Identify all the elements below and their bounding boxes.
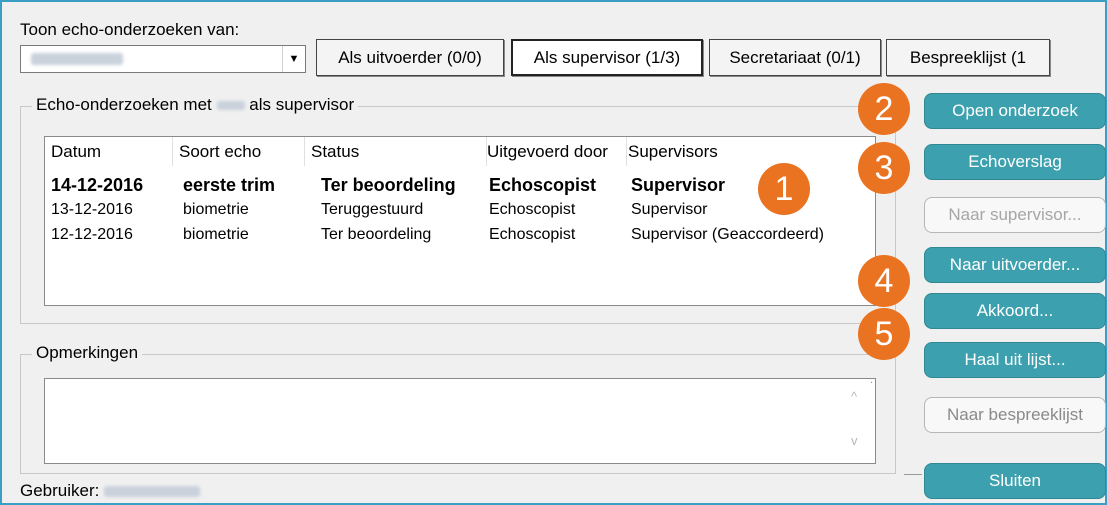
tab-discussion-list[interactable]: Bespreeklijst (1 bbox=[886, 39, 1050, 76]
to-executor-button[interactable]: Naar uitvoerder... bbox=[924, 247, 1106, 283]
user-select[interactable]: ▼ bbox=[20, 45, 306, 73]
table-row[interactable]: 14-12-2016 eerste trim Ter beoordeling E… bbox=[45, 175, 875, 197]
user-label-text: Gebruiker: bbox=[20, 481, 100, 500]
cell-executed-by: Echoscopist bbox=[489, 175, 597, 195]
open-exam-button[interactable]: Open onderzoek bbox=[924, 93, 1106, 129]
table-row[interactable]: 12-12-2016 biometrie Ter beoordeling Ech… bbox=[45, 226, 875, 246]
scroll-down-icon[interactable]: v bbox=[851, 433, 858, 448]
redacted-supervisor-name bbox=[216, 101, 245, 111]
cell-status: Teruggestuurd bbox=[321, 201, 424, 218]
tab-as-executor[interactable]: Als uitvoerder (0/0) bbox=[316, 39, 504, 76]
table-row[interactable]: 13-12-2016 biometrie Teruggestuurd Echos… bbox=[45, 201, 875, 221]
remarks-group-title: Opmerkingen bbox=[32, 343, 143, 363]
cell-status: Ter beoordeling bbox=[321, 175, 456, 195]
cell-supervisor: Supervisor bbox=[631, 175, 726, 195]
column-header-executed-by[interactable]: Uitgevoerd door bbox=[487, 137, 627, 166]
user-label: Gebruiker: bbox=[20, 481, 201, 501]
approve-button[interactable]: Akkoord... bbox=[924, 293, 1106, 329]
column-header-supervisors[interactable]: Supervisors bbox=[627, 137, 875, 166]
cell-executed-by: Echoscopist bbox=[489, 226, 576, 243]
cell-supervisor: Supervisor bbox=[631, 201, 708, 218]
remarks-scrollbar[interactable]: ^ v bbox=[839, 379, 875, 463]
cell-executed-by: Echoscopist bbox=[489, 201, 576, 218]
tab-secretariat[interactable]: Secretariaat (0/1) bbox=[709, 39, 881, 76]
redacted-current-user bbox=[104, 486, 201, 498]
to-supervisor-button[interactable]: Naar supervisor... bbox=[924, 197, 1106, 233]
chevron-down-icon[interactable]: ▼ bbox=[282, 46, 305, 72]
badge-5: 5 bbox=[858, 308, 910, 360]
exams-group-title: Echo-onderzoeken met als supervisor bbox=[32, 95, 359, 115]
column-header-date[interactable]: Datum bbox=[45, 137, 173, 166]
column-header-status[interactable]: Status bbox=[305, 137, 487, 166]
window-frame: Toon echo-onderzoeken van: ▼ Als uitvoer… bbox=[0, 0, 1107, 505]
cell-type: biometrie bbox=[183, 226, 249, 243]
echo-report-button[interactable]: Echoverslag bbox=[924, 144, 1106, 180]
filter-label: Toon echo-onderzoeken van: bbox=[20, 20, 240, 39]
cell-date: 14-12-2016 bbox=[51, 175, 144, 195]
remarks-textarea[interactable]: ^ v bbox=[44, 378, 876, 464]
redacted-user-name bbox=[31, 53, 123, 65]
cell-date: 13-12-2016 bbox=[51, 201, 133, 218]
exams-group-title-prefix: Echo-onderzoeken met bbox=[36, 95, 212, 114]
remove-from-list-button[interactable]: Haal uit lijst... bbox=[924, 342, 1106, 378]
cell-type: eerste trim bbox=[183, 175, 276, 195]
cell-date: 12-12-2016 bbox=[51, 226, 133, 243]
cell-type: biometrie bbox=[183, 201, 249, 218]
exams-group-title-suffix: als supervisor bbox=[249, 95, 355, 114]
close-button[interactable]: Sluiten bbox=[924, 463, 1106, 499]
tab-as-supervisor[interactable]: Als supervisor (1/3) bbox=[511, 39, 703, 76]
scroll-up-icon[interactable]: ^ bbox=[851, 389, 857, 404]
badge-4: 4 bbox=[858, 255, 910, 307]
badge-3: 3 bbox=[858, 142, 910, 194]
exams-table[interactable]: Datum Soort echo Status Uitgevoerd door … bbox=[44, 136, 876, 306]
remarks-dot-mark: . bbox=[870, 374, 874, 386]
separator-line bbox=[904, 474, 922, 475]
cell-supervisor: Supervisor (Geaccordeerd) bbox=[631, 226, 824, 243]
cell-status: Ter beoordeling bbox=[321, 226, 432, 243]
badge-1: 1 bbox=[758, 163, 810, 215]
column-header-type[interactable]: Soort echo bbox=[173, 137, 305, 166]
to-discussion-list-button[interactable]: Naar bespreeklijst bbox=[924, 397, 1106, 433]
badge-2: 2 bbox=[858, 83, 910, 135]
